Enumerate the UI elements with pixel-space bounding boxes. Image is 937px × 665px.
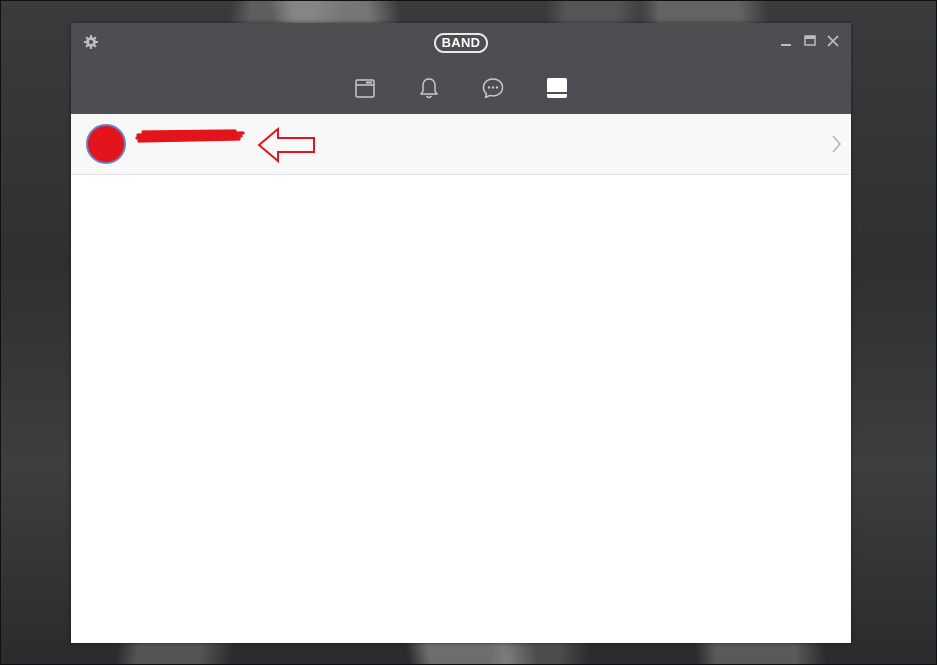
maximize-icon[interactable] — [802, 33, 818, 49]
chevron-right-icon[interactable] — [830, 134, 842, 159]
minimize-icon[interactable] — [778, 33, 794, 49]
tab-profile-icon[interactable] — [544, 75, 570, 101]
tab-home-feed-icon[interactable] — [352, 75, 378, 101]
title-bar[interactable]: BAND — [71, 23, 851, 63]
tab-bell-icon[interactable] — [416, 75, 442, 101]
band-logo: BAND — [434, 33, 488, 53]
band-app-window: BAND — [71, 23, 851, 643]
profile-list-item[interactable] — [71, 114, 851, 175]
tab-bar — [71, 63, 851, 114]
close-icon[interactable] — [825, 33, 841, 49]
tab-chat-bubble-icon[interactable] — [480, 75, 506, 101]
gear-icon[interactable] — [83, 34, 99, 50]
left-arrow-annotation — [256, 126, 318, 169]
avatar — [86, 124, 126, 164]
redaction-scribble — [135, 126, 247, 151]
